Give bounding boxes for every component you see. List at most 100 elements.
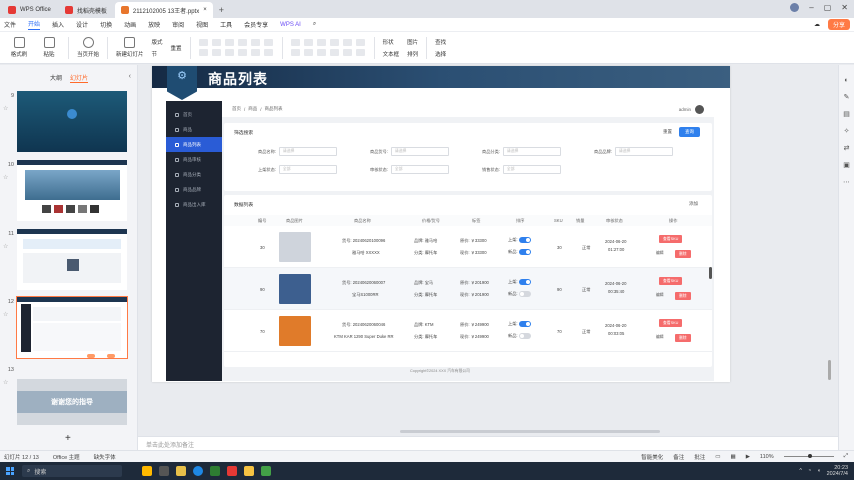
minimize-icon[interactable]: –: [809, 3, 813, 12]
picture-button[interactable]: 图片: [407, 38, 418, 46]
edge-icon[interactable]: [193, 466, 203, 476]
star-icon[interactable]: ☆: [3, 105, 8, 112]
collapse-icon[interactable]: ‹: [129, 73, 131, 80]
menu-slideshow[interactable]: 放映: [148, 20, 160, 29]
chevron-up-icon[interactable]: ^: [799, 468, 802, 474]
new-tab-button[interactable]: +: [213, 2, 230, 18]
shape-group: 形状 文本框: [383, 38, 400, 58]
beautify-button[interactable]: 智能美化: [641, 453, 663, 461]
volume-icon[interactable]: ◖: [817, 468, 820, 474]
shape-button[interactable]: 形状: [383, 38, 400, 46]
network-icon[interactable]: ◔: [808, 468, 811, 474]
share-button[interactable]: 分享: [827, 19, 850, 30]
slide-thumbnail[interactable]: [17, 160, 127, 221]
menu-design[interactable]: 设计: [76, 20, 88, 29]
wechat-icon[interactable]: [261, 466, 271, 476]
slide-thumbnail[interactable]: [17, 91, 127, 152]
find-button[interactable]: 查找: [435, 38, 446, 46]
close-icon[interactable]: ×: [203, 7, 207, 13]
missing-font[interactable]: 缺失字体: [94, 453, 116, 461]
vertical-scrollbar[interactable]: [828, 360, 831, 380]
avatar[interactable]: [790, 3, 800, 12]
more-icon[interactable]: ⋯: [843, 178, 850, 186]
tab-pptx[interactable]: 2112102005 13王者.pptx ×: [114, 2, 213, 18]
window-controls: – ▢ ✕: [790, 3, 848, 12]
arrange-button[interactable]: 排列: [407, 50, 418, 58]
search-icon[interactable]: ⌕: [313, 21, 316, 28]
app-icon[interactable]: [210, 466, 220, 476]
slide-title[interactable]: 商品列表: [208, 69, 268, 89]
comments-toggle[interactable]: 批注: [694, 453, 705, 461]
star-icon[interactable]: ☆: [3, 311, 8, 318]
slide-thumbnail[interactable]: 谢谢您的指导: [17, 379, 127, 425]
task-view-icon[interactable]: [159, 466, 169, 476]
paste-button[interactable]: 粘贴: [38, 37, 60, 58]
theme-name[interactable]: Office 主题: [53, 453, 80, 461]
menu-tools[interactable]: 工具: [220, 20, 232, 29]
search-icon: ⌕: [27, 467, 31, 474]
fit-icon[interactable]: ⤢: [844, 453, 848, 460]
taskbar-search[interactable]: ⌕ 搜索: [22, 465, 122, 477]
textbox-button[interactable]: 文本框: [383, 50, 400, 58]
star-icon[interactable]: ☆: [3, 174, 8, 181]
windows-start-icon[interactable]: [6, 467, 14, 475]
design-icon[interactable]: ◐: [844, 77, 848, 84]
app-icon[interactable]: [176, 466, 186, 476]
transform-icon[interactable]: ⇄: [844, 144, 850, 152]
layout-icon[interactable]: ▤: [843, 110, 850, 118]
wps-icon[interactable]: [227, 466, 237, 476]
clock[interactable]: 20:23 2024/7/4: [827, 465, 848, 477]
menu-animation[interactable]: 动画: [124, 20, 136, 29]
menu-home[interactable]: 开始: [28, 19, 41, 30]
normal-view-icon[interactable]: ▭: [715, 454, 720, 460]
menu-view[interactable]: 视图: [196, 20, 208, 29]
select-button[interactable]: 选择: [435, 50, 446, 58]
filter-field: 商品名称: 请选择: [258, 147, 337, 156]
new-slide-button[interactable]: 新建幻灯片: [116, 37, 144, 58]
tab-slides[interactable]: 幻灯片: [70, 73, 89, 83]
menu-file[interactable]: 文件: [4, 20, 16, 29]
zoom-level[interactable]: 110%: [760, 454, 774, 460]
close-window-icon[interactable]: ✕: [841, 3, 848, 12]
play-from-current-button[interactable]: 当页开始: [77, 37, 99, 58]
animation-icon[interactable]: ✧: [844, 127, 850, 135]
cloud-icon[interactable]: ☁: [814, 21, 820, 28]
table-row: 70 货号: 20240620060046 KTM KAR 1290 Super…: [224, 310, 712, 352]
horizontal-scrollbar[interactable]: [400, 430, 660, 433]
section-button[interactable]: 节: [152, 50, 163, 58]
star-icon[interactable]: ☆: [3, 243, 8, 250]
font-format-controls[interactable]: [198, 39, 274, 56]
toggle-switch: [518, 321, 531, 327]
menu-insert[interactable]: 插入: [52, 20, 64, 29]
menu-transition[interactable]: 切换: [100, 20, 112, 29]
notes-toggle[interactable]: 备注: [673, 453, 684, 461]
star-icon[interactable]: ☆: [3, 379, 8, 386]
zoom-slider[interactable]: [783, 454, 834, 458]
file-explorer-icon[interactable]: [142, 466, 152, 476]
menu-member[interactable]: 会员专享: [244, 20, 268, 29]
style-icon[interactable]: ✎: [844, 93, 850, 101]
play-icon[interactable]: ▶: [746, 454, 750, 460]
menu-review[interactable]: 审阅: [172, 20, 184, 29]
slide-counter: 幻灯片 12 / 13: [4, 454, 39, 461]
reset-button[interactable]: 重置: [171, 44, 182, 52]
folder-icon[interactable]: [244, 466, 254, 476]
layout-button[interactable]: 版式: [152, 38, 163, 46]
slide-thumbnail[interactable]: [17, 229, 127, 290]
admin-screenshot[interactable]: 首页 商品 商品列表 商品审核 商品分类 商品品牌 商品出入库 首页 / 商品 / …: [166, 101, 714, 381]
sidebar-item-goods-list: 商品列表: [166, 137, 222, 152]
wps-ai-button[interactable]: WPS AI: [280, 22, 301, 28]
tab-wps-office[interactable]: WPS Office: [2, 2, 57, 18]
paragraph-controls[interactable]: [290, 39, 366, 56]
maximize-icon[interactable]: ▢: [824, 3, 832, 12]
slide-sorter-icon[interactable]: ▦: [730, 454, 735, 460]
slide-canvas[interactable]: ⚙ 商品列表 首页 商品 商品列表 商品审核 商品分类 商品品牌 商品出入库 首…: [152, 66, 730, 382]
image-icon[interactable]: ▣: [843, 161, 850, 169]
tab-template[interactable]: 找稻壳模板: [59, 2, 113, 18]
format-painter-button[interactable]: 格式刷: [8, 37, 30, 58]
slide-thumbnail-selected[interactable]: [16, 296, 128, 359]
add-slide-button[interactable]: +: [65, 433, 71, 444]
notes-area[interactable]: 单击此处添加备注: [138, 436, 838, 450]
tab-outline[interactable]: 大纲: [50, 73, 62, 83]
toggle-switch: [518, 291, 531, 297]
